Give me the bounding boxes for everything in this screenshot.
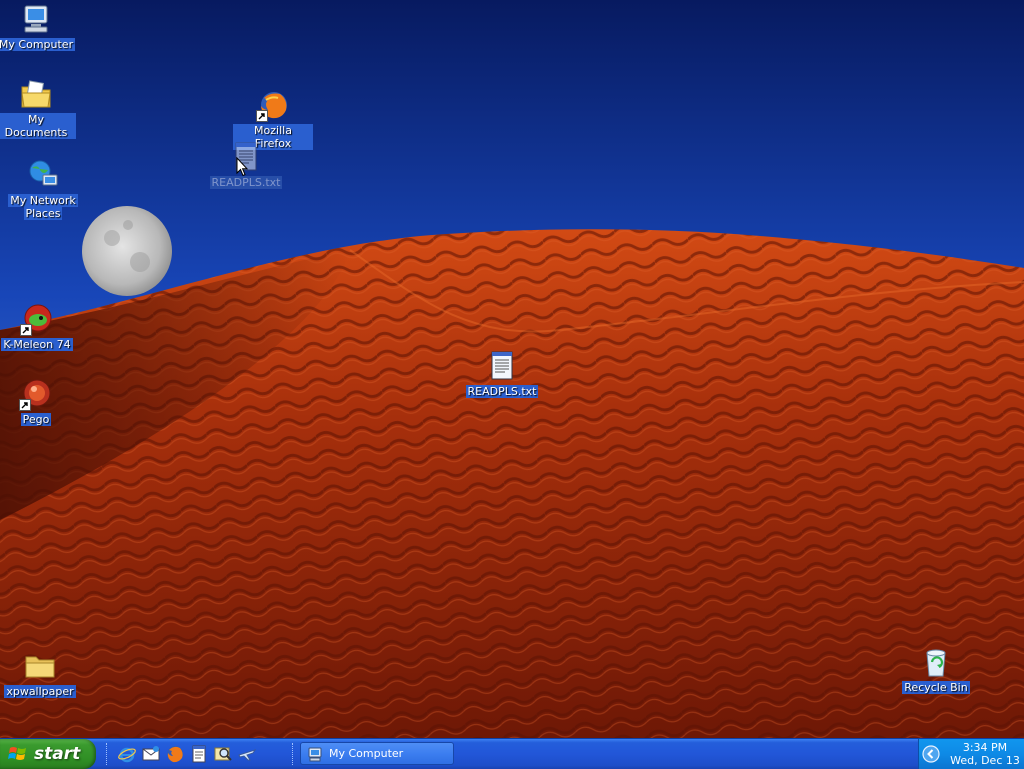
notepad-icon[interactable] (189, 744, 209, 764)
taskbar-button-label: My Computer (329, 747, 404, 760)
clock-time[interactable]: 3:34 PM (947, 741, 1023, 754)
recycle-bin-desktop-icon[interactable]: Recycle Bin (896, 645, 976, 694)
show-hidden-icons-button[interactable] (922, 745, 940, 763)
readpls-drag-label: READPLS.txt (209, 176, 283, 189)
plane-icon[interactable] (237, 744, 257, 764)
start-label: start (34, 744, 81, 764)
xpwallpaper-label: xpwallpaper (4, 685, 76, 698)
pego-label: Pego (20, 413, 52, 426)
start-button[interactable]: start (0, 739, 96, 769)
shortcut-arrow-icon (19, 399, 31, 411)
my-network-places-desktop-icon[interactable]: My Network Places (3, 158, 83, 220)
taskbar: start My Computer 3:34 PM Wed, Dec 13 (0, 738, 1024, 769)
search-icon[interactable] (213, 744, 233, 764)
my-documents-icon (19, 77, 53, 111)
folder-icon (23, 649, 57, 683)
network-places-label-line2: Places (23, 207, 63, 220)
my-documents-desktop-icon[interactable]: My Documents (0, 77, 76, 139)
recycle-bin-icon (919, 645, 953, 679)
windows-logo-icon (8, 747, 26, 760)
my-computer-icon (308, 747, 322, 761)
internet-explorer-icon[interactable] (117, 744, 137, 764)
firefox-icon[interactable] (165, 744, 185, 764)
network-places-label-line1: My Network (8, 194, 78, 207)
recycle-bin-label: Recycle Bin (902, 681, 970, 694)
pego-icon (19, 377, 53, 411)
xpwallpaper-desktop-icon[interactable]: xpwallpaper (0, 649, 80, 698)
clock-date[interactable]: Wed, Dec 13 (947, 754, 1023, 767)
quick-launch-bar (106, 743, 257, 765)
pego-desktop-icon[interactable]: Pego (0, 377, 76, 426)
kmeleon-icon (20, 302, 54, 336)
firefox-icon (256, 88, 290, 122)
mouse-pointer-icon (236, 157, 248, 177)
my-computer-label: My Computer (0, 38, 76, 51)
network-places-icon (26, 158, 60, 192)
desktop[interactable]: My Computer My Documents My Network Plac… (0, 0, 1024, 738)
text-file-icon (485, 349, 519, 383)
kmeleon-label: K-Meleon 74 (1, 338, 73, 351)
quick-launch-separator (106, 743, 109, 765)
readpls-label: READPLS.txt (465, 385, 539, 398)
system-tray: 3:34 PM Wed, Dec 13 (918, 739, 1024, 769)
taskbar-button-my-computer[interactable]: My Computer (300, 742, 454, 765)
my-computer-desktop-icon[interactable]: My Computer (0, 2, 76, 51)
taskbar-separator (292, 743, 295, 765)
kmeleon-desktop-icon[interactable]: K-Meleon 74 (0, 302, 77, 351)
readpls-desktop-icon[interactable]: READPLS.txt (462, 349, 542, 398)
shortcut-arrow-icon (256, 110, 268, 122)
my-documents-label: My Documents (0, 113, 76, 139)
outlook-express-icon[interactable] (141, 744, 161, 764)
shortcut-arrow-icon (20, 324, 32, 336)
my-computer-icon (19, 2, 53, 36)
